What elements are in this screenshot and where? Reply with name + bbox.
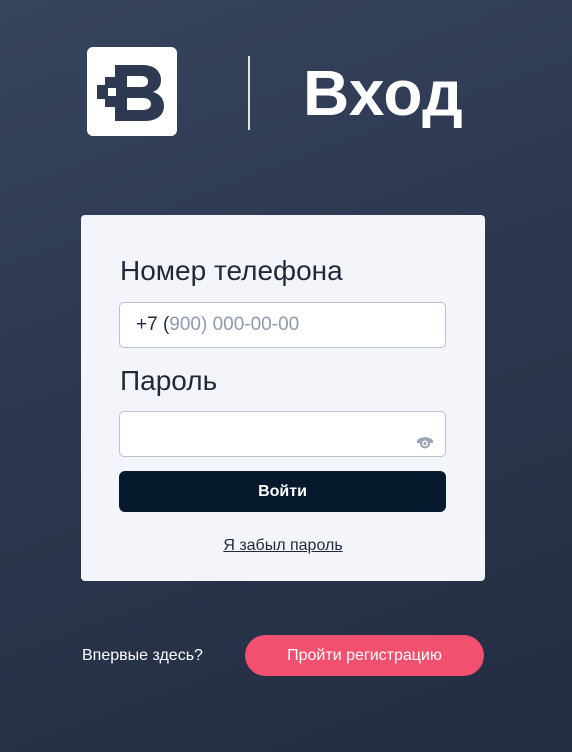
- eye-icon[interactable]: [415, 424, 435, 449]
- login-card: Номер телефона +7 (900) 000-00-00 Пароль…: [81, 215, 485, 581]
- first-time-text: Впервые здесь?: [82, 647, 203, 664]
- forgot-password-link[interactable]: Я забыл пароль: [81, 537, 485, 555]
- logo-icon: [87, 47, 177, 136]
- register-button[interactable]: Пройти регистрацию: [245, 635, 484, 676]
- password-input[interactable]: [119, 411, 446, 457]
- header-divider: [248, 56, 250, 130]
- login-button[interactable]: Войти: [119, 471, 446, 512]
- password-label: Пароль: [120, 365, 218, 396]
- phone-prefix: +7 (: [136, 314, 170, 335]
- page-title: Вход: [303, 57, 464, 129]
- phone-mask: 900) 000-00-00: [169, 314, 300, 335]
- phone-label: Номер телефона: [120, 255, 343, 286]
- phone-input[interactable]: +7 (900) 000-00-00: [119, 302, 446, 348]
